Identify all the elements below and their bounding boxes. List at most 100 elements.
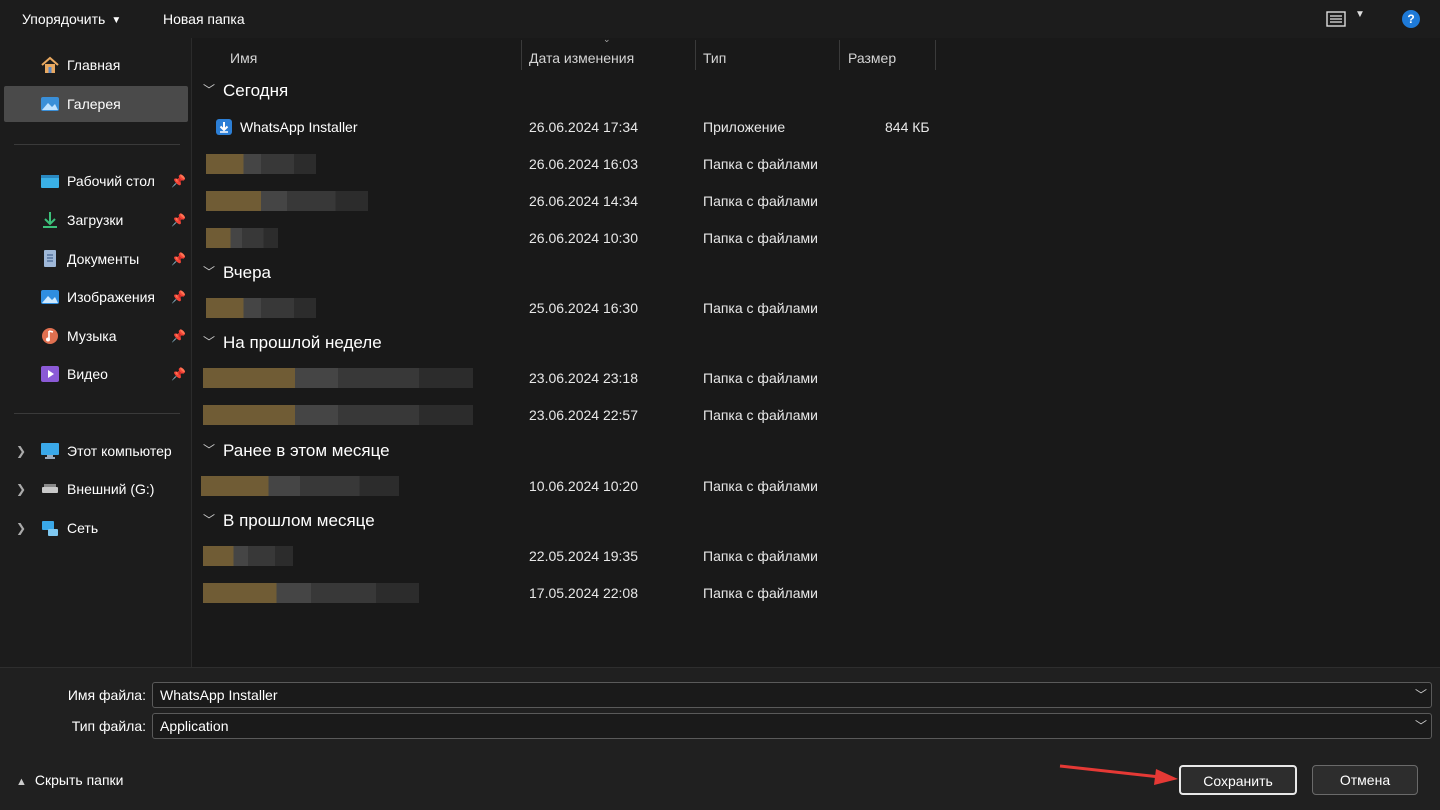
chevron-down-icon: ﹀ (203, 335, 216, 349)
chevron-down-icon: ﹀ (203, 265, 216, 279)
column-resize-handle[interactable] (695, 40, 696, 70)
sidebar-item-pictures[interactable]: Изображения 📌 (4, 279, 188, 315)
sidebar-item-label: Видео (67, 366, 108, 382)
pin-icon[interactable]: 📌 (171, 356, 186, 392)
group-title: Вчера (223, 263, 272, 282)
divider (14, 413, 180, 414)
sidebar-item-home[interactable]: Главная (4, 47, 188, 83)
redacted-name (203, 583, 419, 603)
sidebar-item-label: Рабочий стол (67, 173, 155, 189)
table-row[interactable]: 10.06.2024 10:20 Папка с файлами (193, 468, 953, 504)
sidebar-item-label: Сеть (67, 520, 99, 536)
sidebar-item-network[interactable]: ❯ Сеть (4, 510, 188, 546)
pin-icon[interactable]: 📌 (171, 241, 186, 277)
hide-folders-toggle[interactable]: ▲ Скрыть папки (16, 772, 123, 788)
save-button[interactable]: Сохранить (1179, 765, 1297, 795)
file-date: 23.06.2024 23:18 (529, 370, 638, 386)
group-header[interactable]: ﹀ Вчера (203, 259, 271, 287)
file-date: 26.06.2024 10:30 (529, 230, 638, 246)
pin-icon[interactable]: 📌 (171, 318, 186, 354)
sidebar-item-external-drive[interactable]: ❯ Внешний (G:) (4, 471, 188, 507)
column-resize-handle[interactable] (935, 40, 936, 70)
file-list: ⌄ Имя Дата изменения Тип Размер ﹀ Сегодня… (193, 34, 1440, 667)
sidebar-item-gallery[interactable]: Галерея (4, 86, 188, 122)
table-row[interactable]: 26.06.2024 14:34 Папка с файлами (193, 183, 953, 219)
save-dialog-footer: Имя файла: WhatsApp Installer ﹀ Тип файл… (0, 667, 1440, 810)
group-header[interactable]: ﹀ Сегодня (203, 77, 288, 105)
table-row[interactable]: 22.05.2024 19:35 Папка с файлами (193, 538, 953, 574)
file-type: Папка с файлами (703, 300, 818, 316)
chevron-down-icon: ▼ (1355, 9, 1365, 20)
file-date: 23.06.2024 22:57 (529, 407, 638, 423)
file-type: Папка с файлами (703, 230, 818, 246)
pin-icon[interactable]: 📌 (171, 163, 186, 199)
redacted-name (201, 476, 399, 496)
sidebar-item-label: Музыка (67, 328, 117, 344)
chevron-down-icon: ▼ (111, 15, 122, 26)
table-row[interactable]: 23.06.2024 23:18 Папка с файлами (193, 360, 953, 396)
table-row[interactable]: WhatsApp Installer 26.06.2024 17:34 Прил… (193, 109, 953, 145)
column-resize-handle[interactable] (521, 40, 522, 70)
file-size: 844 КБ (885, 119, 930, 135)
sidebar-item-documents[interactable]: Документы 📌 (4, 241, 188, 277)
sidebar-item-downloads[interactable]: Загрузки 📌 (4, 202, 188, 238)
file-date: 25.06.2024 16:30 (529, 300, 638, 316)
home-icon (41, 56, 59, 73)
organize-button[interactable]: Упорядочить ▼ (22, 0, 121, 38)
sidebar-item-label: Документы (67, 251, 140, 267)
gallery-icon (41, 97, 59, 111)
sidebar-item-video[interactable]: Видео 📌 (4, 356, 188, 392)
redacted-name (206, 298, 316, 318)
installer-icon (216, 119, 232, 135)
file-type: Папка с файлами (703, 548, 818, 564)
table-row[interactable]: 26.06.2024 10:30 Папка с файлами (193, 220, 953, 256)
table-row[interactable]: 23.06.2024 22:57 Папка с файлами (193, 397, 953, 433)
view-options-button[interactable]: ▼ (1322, 8, 1370, 30)
filename-value: WhatsApp Installer (160, 687, 278, 703)
sidebar-item-label: Изображения (67, 289, 155, 305)
new-folder-button[interactable]: Новая папка (163, 0, 245, 38)
group-header[interactable]: ﹀ На прошлой неделе (203, 329, 382, 357)
file-date: 10.06.2024 10:20 (529, 478, 638, 494)
cancel-button[interactable]: Отмена (1312, 765, 1418, 795)
downloads-icon (43, 212, 57, 228)
file-date: 26.06.2024 17:34 (529, 119, 638, 135)
pictures-icon (41, 290, 59, 304)
sidebar-item-desktop[interactable]: Рабочий стол 📌 (4, 163, 188, 199)
filetype-select[interactable]: Application ﹀ (152, 713, 1432, 739)
desktop-icon (41, 175, 59, 188)
sidebar-item-this-pc[interactable]: ❯ Этот компьютер (4, 433, 188, 469)
pin-icon[interactable]: 📌 (171, 202, 186, 238)
chevron-right-icon[interactable]: ❯ (16, 433, 26, 469)
table-row[interactable]: 26.06.2024 16:03 Папка с файлами (193, 146, 953, 182)
group-title: В прошлом месяце (223, 511, 375, 530)
filename-field[interactable]: WhatsApp Installer ﹀ (152, 682, 1432, 708)
group-header[interactable]: ﹀ В прошлом месяце (203, 507, 375, 535)
column-resize-handle[interactable] (839, 40, 840, 70)
table-row[interactable]: 17.05.2024 22:08 Папка с файлами (193, 575, 953, 611)
column-header-date[interactable]: Дата изменения (529, 43, 634, 73)
chevron-down-icon[interactable]: ﹀ (1415, 714, 1427, 738)
group-title: На прошлой неделе (223, 333, 382, 352)
chevron-down-icon[interactable]: ﹀ (1415, 683, 1427, 707)
sidebar-item-label: Загрузки (67, 212, 124, 228)
documents-icon (44, 250, 56, 267)
chevron-right-icon[interactable]: ❯ (16, 471, 26, 507)
file-type: Папка с файлами (703, 193, 818, 209)
video-icon (41, 366, 59, 382)
sidebar-item-label: Галерея (67, 96, 121, 112)
group-header[interactable]: ﹀ Ранее в этом месяце (203, 437, 390, 465)
pin-icon[interactable]: 📌 (171, 279, 186, 315)
column-header-type[interactable]: Тип (703, 43, 726, 73)
table-row[interactable]: 25.06.2024 16:30 Папка с файлами (193, 290, 953, 326)
help-button[interactable]: ? (1402, 10, 1420, 28)
chevron-right-icon[interactable]: ❯ (16, 510, 26, 546)
column-header-size[interactable]: Размер (848, 43, 896, 73)
file-type: Приложение (703, 119, 786, 135)
redacted-name (203, 546, 293, 566)
sidebar-item-music[interactable]: Музыка 📌 (4, 318, 188, 354)
file-date: 17.05.2024 22:08 (529, 585, 638, 601)
computer-icon (41, 443, 59, 459)
hide-folders-label: Скрыть папки (34, 772, 124, 788)
column-header-name[interactable]: Имя (230, 43, 257, 73)
